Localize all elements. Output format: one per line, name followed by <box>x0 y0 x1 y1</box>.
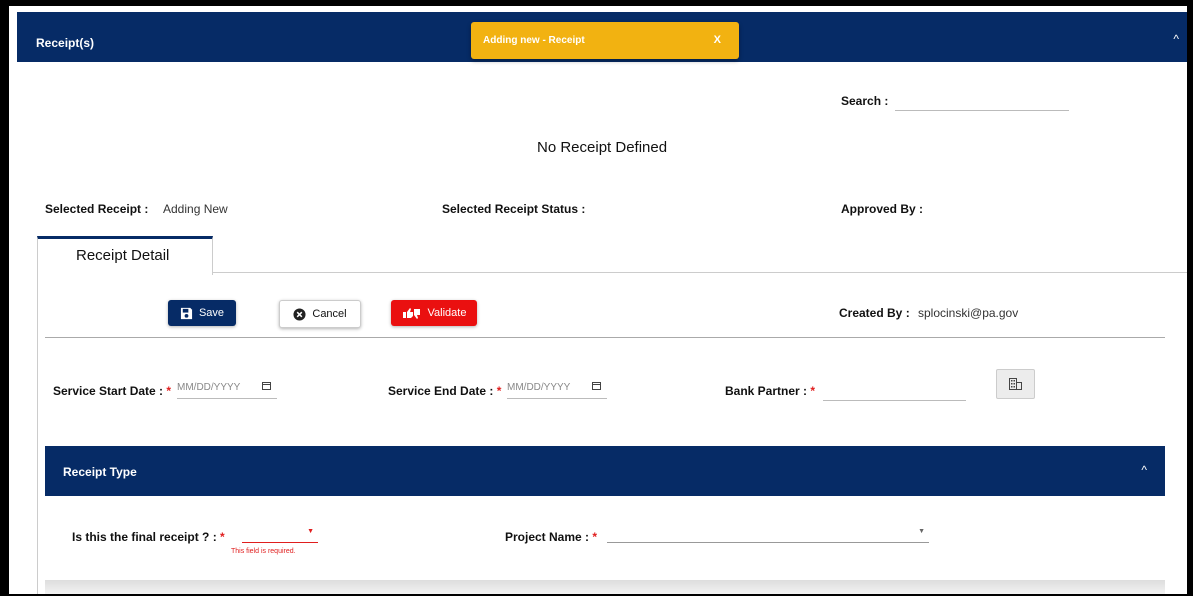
service-start-date-label-text: Service Start Date : <box>53 384 164 398</box>
selected-receipt-status-label: Selected Receipt Status : <box>442 202 586 216</box>
receipts-page: Receipt(s) ^ Adding new - Receipt X Sear… <box>9 6 1187 594</box>
selected-receipt-label: Selected Receipt : <box>45 202 149 216</box>
project-name-select[interactable]: ▼ <box>607 526 929 543</box>
tab-receipt-detail[interactable]: Receipt Detail <box>37 236 213 275</box>
validate-button[interactable]: Validate <box>391 300 477 326</box>
save-button-label: Save <box>198 307 225 319</box>
empty-message: No Receipt Defined <box>537 139 668 156</box>
circle-x-icon <box>293 307 306 321</box>
building-icon <box>1009 378 1022 390</box>
service-end-date-label: Service End Date : * <box>388 384 501 398</box>
created-by-label: Created By : <box>839 306 910 320</box>
required-marker: * <box>220 530 225 544</box>
project-name-label-text: Project Name : <box>505 530 590 544</box>
tab-receipt-detail-label: Receipt Detail <box>76 247 170 264</box>
required-marker: * <box>496 384 502 398</box>
toast-message: Adding new - Receipt <box>483 35 585 46</box>
required-marker: * <box>592 530 598 544</box>
project-name-label: Project Name : * <box>505 530 597 544</box>
divider <box>45 337 1165 338</box>
final-receipt-label: Is this the final receipt ? : * <box>72 530 225 544</box>
service-end-date-placeholder: MM/DD/YYYY <box>507 382 571 393</box>
chevron-up-icon[interactable]: ^ <box>1141 463 1147 477</box>
cancel-button-label: Cancel <box>312 308 347 320</box>
created-by-value: splocinski@pa.gov <box>918 306 1019 320</box>
required-marker: * <box>810 384 816 398</box>
approved-by-label: Approved By : <box>841 202 924 216</box>
bank-partner-label-text: Bank Partner : <box>725 384 808 398</box>
service-end-date-input[interactable]: MM/DD/YYYY <box>507 378 607 399</box>
service-start-date-label: Service Start Date : * <box>53 384 171 398</box>
chevron-up-icon[interactable]: ^ <box>1173 32 1179 46</box>
search-label: Search : <box>841 94 889 108</box>
final-receipt-label-text: Is this the final receipt ? : <box>72 530 217 544</box>
calendar-icon[interactable] <box>262 381 271 390</box>
service-start-date-placeholder: MM/DD/YYYY <box>177 382 241 393</box>
service-start-date-input[interactable]: MM/DD/YYYY <box>177 378 277 399</box>
service-end-date-label-text: Service End Date : <box>388 384 494 398</box>
receipts-header-title: Receipt(s) <box>36 36 95 50</box>
chevron-down-icon: ▼ <box>307 528 314 535</box>
selected-receipt-value: Adding New <box>163 202 228 216</box>
calendar-icon[interactable] <box>592 381 601 390</box>
chevron-down-icon: ▼ <box>918 528 925 535</box>
bank-lookup-button[interactable] <box>996 369 1035 399</box>
toast-notification: Adding new - Receipt X <box>471 22 739 59</box>
section-shadow <box>45 580 1165 594</box>
bank-partner-label: Bank Partner : * <box>725 384 815 398</box>
bank-partner-input[interactable] <box>823 378 966 401</box>
validate-button-label: Validate <box>427 307 467 319</box>
receipt-type-title: Receipt Type <box>63 465 137 479</box>
cancel-button[interactable]: Cancel <box>279 300 361 328</box>
final-receipt-select[interactable]: ▼ <box>242 526 318 543</box>
thumbs-up-down-icon <box>402 307 420 319</box>
search-input[interactable] <box>895 90 1069 111</box>
save-button[interactable]: Save <box>168 300 236 326</box>
final-receipt-error: This field is required. <box>231 548 296 555</box>
receipt-type-header[interactable]: Receipt Type ^ <box>45 446 1165 496</box>
floppy-disk-icon <box>180 307 193 319</box>
toast-close-button[interactable]: X <box>714 34 721 46</box>
required-marker: * <box>166 384 172 398</box>
